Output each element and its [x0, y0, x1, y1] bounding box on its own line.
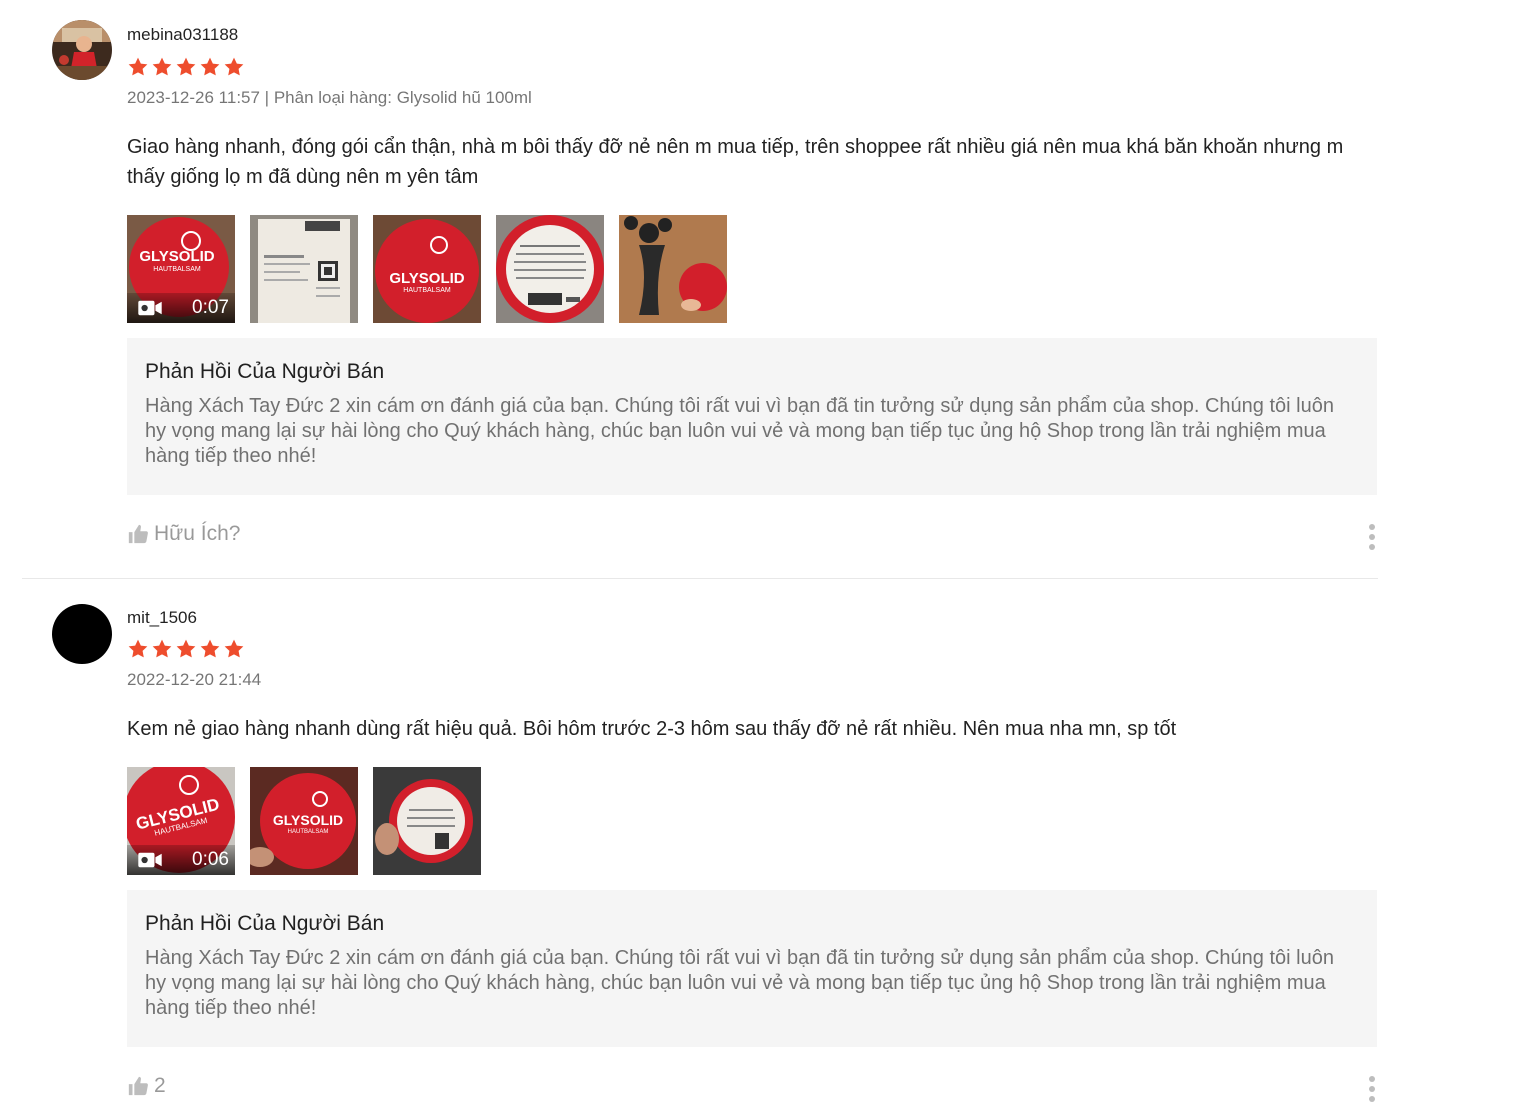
star-icon: [223, 56, 245, 78]
seller-reply-text: Hàng Xách Tay Đức 2 xin cám ơn đánh giá …: [145, 947, 1334, 1019]
star-icon: [199, 638, 221, 660]
more-vertical-icon: [1369, 524, 1375, 530]
review-media: GLYSOLID HAUTBALSAM 0:06 GLYSOLID HAUTBA…: [127, 767, 481, 875]
review-meta: 2022-12-20 21:44: [127, 670, 262, 689]
svg-text:GLYSOLID: GLYSOLID: [139, 248, 214, 265]
video-duration: 0:07: [192, 297, 229, 318]
video-overlay: 0:07: [127, 293, 235, 323]
seller-reply: Phản Hồi Của Người Bán Hàng Xách Tay Đức…: [127, 338, 1377, 495]
review-comment: Kem nẻ giao hàng nhanh dùng rất hiệu quả…: [127, 718, 1177, 740]
image-thumbnail[interactable]: [496, 215, 604, 323]
avatar[interactable]: [52, 20, 112, 80]
svg-text:GLYSOLID: GLYSOLID: [273, 812, 343, 828]
star-icon: [175, 638, 197, 660]
like-button[interactable]: Hữu Ích?: [127, 522, 240, 546]
seller-reply-title: Phản Hồi Của Người Bán: [145, 360, 385, 383]
star-icon: [223, 638, 245, 660]
dot: [1369, 1086, 1375, 1092]
star-icon: [175, 56, 197, 78]
seller-reply: Phản Hồi Của Người Bán Hàng Xách Tay Đức…: [127, 890, 1377, 1047]
video-overlay: 0:06: [127, 845, 235, 875]
dot: [1369, 544, 1375, 550]
more-options-button[interactable]: [1367, 1076, 1377, 1102]
avatar[interactable]: [52, 604, 112, 664]
image-thumbnail[interactable]: [373, 767, 481, 875]
review-comment: Giao hàng nhanh, đóng gói cẩn thận, nhà …: [127, 136, 1344, 188]
reviewer-username[interactable]: mebina031188: [127, 25, 238, 45]
reviewer-username[interactable]: mit_1506: [127, 608, 197, 628]
star-icon: [151, 638, 173, 660]
video-camera-icon: [137, 299, 163, 317]
rating-stars: [127, 56, 245, 80]
review-actions: Hữu Ích?: [127, 522, 1377, 552]
video-duration: 0:06: [192, 849, 229, 870]
star-icon: [151, 56, 173, 78]
video-camera-icon: [137, 851, 163, 869]
video-thumbnail[interactable]: GLYSOLID HAUTBALSAM 0:06: [127, 767, 235, 875]
svg-text:HAUTBALSAM: HAUTBALSAM: [288, 829, 329, 835]
image-thumbnail[interactable]: [619, 215, 727, 323]
svg-text:HAUTBALSAM: HAUTBALSAM: [403, 287, 451, 294]
thumbs-up-icon: [127, 523, 149, 545]
star-icon: [199, 56, 221, 78]
image-thumbnail[interactable]: GLYSOLID HAUTBALSAM: [250, 767, 358, 875]
seller-reply-title: Phản Hồi Của Người Bán: [145, 912, 385, 935]
thumbs-up-icon: [127, 1075, 149, 1097]
like-button[interactable]: 2: [127, 1074, 166, 1098]
like-count: 2: [154, 1074, 166, 1097]
review-media: GLYSOLID HAUTBALSAM 0:07 GLYSOLID HAUTBA…: [127, 215, 727, 323]
svg-text:HAUTBALSAM: HAUTBALSAM: [153, 266, 201, 273]
seller-reply-text: Hàng Xách Tay Đức 2 xin cám ơn đánh giá …: [145, 395, 1334, 467]
svg-text:GLYSOLID: GLYSOLID: [389, 270, 464, 287]
more-vertical-icon: [1369, 1076, 1375, 1082]
like-label: Hữu Ích?: [154, 522, 241, 545]
rating-stars: [127, 638, 245, 662]
video-thumbnail[interactable]: GLYSOLID HAUTBALSAM 0:07: [127, 215, 235, 323]
review-item: mebina031188 2023-12-26 11:57 | Phân loạ…: [22, 0, 1378, 579]
dot: [1369, 534, 1375, 540]
image-thumbnail[interactable]: GLYSOLID HAUTBALSAM: [373, 215, 481, 323]
more-options-button[interactable]: [1367, 524, 1377, 550]
dot: [1369, 1096, 1375, 1102]
image-thumbnail[interactable]: [250, 215, 358, 323]
star-icon: [127, 56, 149, 78]
review-actions: 2: [127, 1074, 1377, 1104]
review-item: mit_1506 2022-12-20 21:44 Kem nẻ giao hà…: [22, 580, 1378, 1119]
review-meta: 2023-12-26 11:57 | Phân loại hàng: Glyso…: [127, 88, 532, 107]
star-icon: [127, 638, 149, 660]
